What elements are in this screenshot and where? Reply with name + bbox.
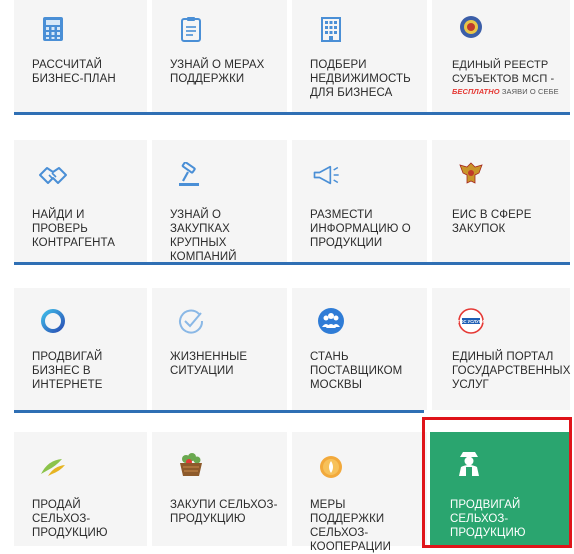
tile-label: МЕРЫ ПОДДЕРЖКИ СЕЛЬХОЗ-КООПЕРАЦИИ — [310, 499, 392, 553]
tile-label: ПРОДВИГАЙ СЕЛЬХОЗ-ПРОДУКЦИЮ — [450, 499, 526, 539]
tile-label: ПРОДАЙ СЕЛЬХОЗ-ПРОДУКЦИЮ — [32, 499, 108, 539]
people-icon — [316, 306, 346, 336]
row-divider — [14, 262, 570, 265]
tile-life-situations[interactable]: ЖИЗНЕННЫЕ СИТУАЦИИ — [152, 288, 287, 410]
tile-label: ПРОДВИГАЙ БИЗНЕС В ИНТЕРНЕТЕ — [32, 351, 103, 391]
tile-label: ПОДБЕРИ НЕДВИЖИМОСТЬ ДЛЯ БИЗНЕСА — [310, 59, 411, 99]
tile-procurement[interactable]: УЗНАЙ О ЗАКУПКАХ КРУПНЫХ КОМПАНИЙ — [152, 140, 287, 263]
sprout-icon — [38, 452, 68, 482]
tile-msp-registry[interactable]: ЕДИНЫЙ РЕЕСТР СУБЪЕКТОВ МСП - БЕСПЛАТНО … — [432, 0, 570, 112]
row-divider — [14, 410, 424, 413]
tile-agri-cooperation[interactable]: МЕРЫ ПОДДЕРЖКИ СЕЛЬХОЗ-КООПЕРАЦИИ — [292, 432, 427, 553]
tile-business-plan[interactable]: РАССЧИТАЙ БИЗНЕС-ПЛАН — [14, 0, 147, 112]
tile-sublabel: БЕСПЛАТНО ЗАЯВИ О СЕБЕ — [452, 87, 568, 97]
tile-buy-agri[interactable]: ЗАКУПИ СЕЛЬХОЗ-ПРОДУКЦИЮ — [152, 432, 287, 546]
tile-check-counterparty[interactable]: НАЙДИ И ПРОВЕРЬ КОНТРАГЕНТА — [14, 140, 147, 262]
apply-text: ЗАЯВИ О СЕБЕ — [499, 87, 559, 96]
clipboard-icon — [176, 14, 206, 44]
building-icon — [316, 14, 346, 44]
tile-promote-agri[interactable]: ПРОДВИГАЙ СЕЛЬХОЗ-ПРОДУКЦИЮ — [430, 432, 570, 546]
tile-label: ЕДИНЫЙ РЕЕСТР СУБЪЕКТОВ МСП - — [452, 59, 555, 85]
tile-label: УЗНАЙ О МЕРАХ ПОДДЕРЖКИ — [170, 59, 265, 85]
tile-label: ЖИЗНЕННЫЕ СИТУАЦИИ — [170, 351, 248, 377]
tile-label: ЗАКУПИ СЕЛЬХОЗ-ПРОДУКЦИЮ — [170, 499, 278, 525]
tile-eis[interactable]: ЕИС В СФЕРЕ ЗАКУПОК — [432, 140, 570, 262]
gavel-icon — [176, 160, 206, 190]
tile-label: НАЙДИ И ПРОВЕРЬ КОНТРАГЕНТА — [32, 209, 116, 249]
services-grid: РАССЧИТАЙ БИЗНЕС-ПЛАН УЗНАЙ О МЕРАХ ПОДД… — [0, 0, 574, 553]
gosuslugi-text: ГОС УСЛУГИ — [458, 319, 484, 324]
ring-icon — [38, 306, 68, 336]
free-highlight: БЕСПЛАТНО — [452, 87, 500, 96]
check-circle-icon — [176, 306, 206, 336]
coin-icon — [316, 452, 346, 482]
farmer-icon — [454, 448, 484, 478]
tile-support-measures[interactable]: УЗНАЙ О МЕРАХ ПОДДЕРЖКИ — [152, 0, 287, 112]
tile-real-estate[interactable]: ПОДБЕРИ НЕДВИЖИМОСТЬ ДЛЯ БИЗНЕСА — [292, 0, 427, 112]
emblem-icon — [456, 12, 486, 42]
tile-place-info[interactable]: РАЗМЕСТИ ИНФОРМАЦИЮ О ПРОДУКЦИИ — [292, 140, 427, 262]
tile-gosuslugi[interactable]: ГОС УСЛУГИ ЕДИНЫЙ ПОРТАЛ ГОСУДАРСТВЕННЫХ… — [432, 288, 570, 410]
tile-label: УЗНАЙ О ЗАКУПКАХ КРУПНЫХ КОМПАНИЙ — [170, 209, 237, 263]
megaphone-icon — [312, 160, 342, 190]
basket-icon — [176, 450, 206, 480]
calculator-icon — [38, 14, 68, 44]
tile-label: РАЗМЕСТИ ИНФОРМАЦИЮ О ПРОДУКЦИИ — [310, 209, 411, 249]
tile-label: ЕИС В СФЕРЕ ЗАКУПОК — [452, 209, 532, 235]
eagle-icon — [456, 158, 486, 188]
gosuslugi-icon: ГОС УСЛУГИ — [456, 306, 486, 336]
tile-sell-agri[interactable]: ПРОДАЙ СЕЛЬХОЗ-ПРОДУКЦИЮ — [14, 432, 147, 546]
tile-label: ЕДИНЫЙ ПОРТАЛ ГОСУДАРСТВЕННЫХ УСЛУГ — [452, 351, 571, 391]
tile-label: РАССЧИТАЙ БИЗНЕС-ПЛАН — [32, 59, 116, 85]
row-divider — [14, 112, 570, 115]
tile-moscow-supplier[interactable]: СТАНЬ ПОСТАВЩИКОМ МОСКВЫ — [292, 288, 427, 410]
tile-label: СТАНЬ ПОСТАВЩИКОМ МОСКВЫ — [310, 351, 403, 391]
tile-promote-online[interactable]: ПРОДВИГАЙ БИЗНЕС В ИНТЕРНЕТЕ — [14, 288, 147, 410]
handshake-icon — [38, 160, 68, 190]
